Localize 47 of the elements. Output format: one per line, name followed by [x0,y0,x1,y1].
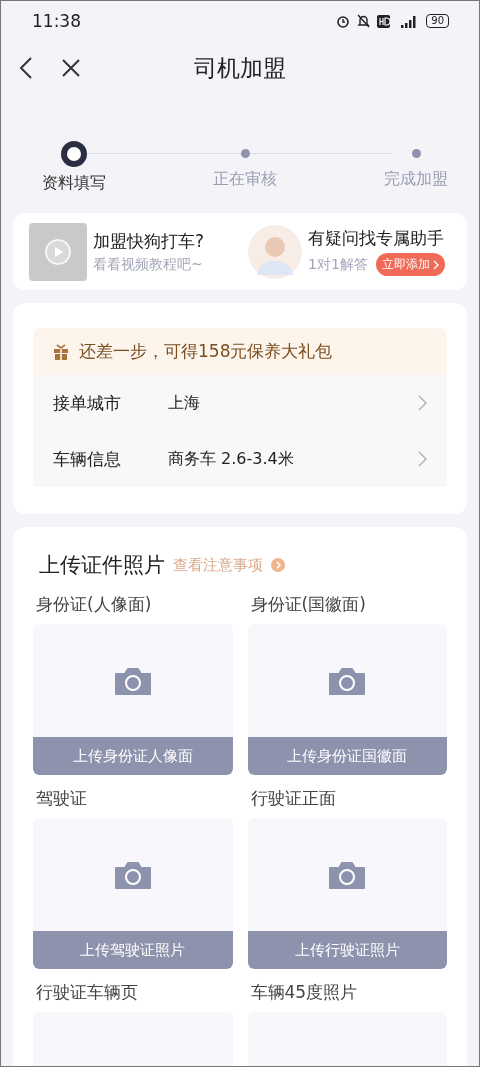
bonus-text: 还差一步，可得158元保养大礼包 [79,340,333,363]
video-thumbnail[interactable] [29,222,87,281]
promo-subtitle: 看看视频教程吧~ [93,255,203,274]
mute-bell-icon [357,14,371,28]
upload-area[interactable]: 上传驾驶证照片 [33,818,233,969]
page-title: 司机加盟 [194,53,286,83]
camera-icon [328,665,367,696]
document-label: 车辆45度照片 [249,981,359,1004]
promo-title: 有疑问找专属助手 [308,227,445,250]
document-label: 行驶证正面 [249,787,337,810]
hd-icon [377,14,391,28]
upload-button[interactable]: 上传身份证国徽面 [247,737,447,775]
close-icon[interactable] [61,58,81,78]
battery-indicator: 90 [426,14,449,28]
step-label: 正在审核 [213,169,277,190]
add-button[interactable]: 立即添加 [375,253,445,276]
avatar-icon [248,224,302,279]
chevron-right-icon [418,451,427,467]
section-title: 上传证件照片 [39,552,165,579]
upload-area[interactable]: 上传行驶证照片 [247,818,447,969]
info-row[interactable]: 车辆信息 商务车 2.6-3.4米 [33,431,447,487]
upload-button[interactable]: 上传行驶证照片 [247,931,447,969]
promo-title: 加盟快狗打车? [93,229,205,253]
gift-icon [53,343,69,360]
status-time: 11:38 [32,11,81,31]
upload-button[interactable]: 上传驾驶证照片 [33,931,233,969]
document-label: 驾驶证 [35,787,88,810]
document-label: 身份证(国徽面) [249,593,367,616]
notes-link[interactable]: 查看注意事项 [173,555,263,575]
camera-icon [328,859,367,890]
camera-icon [113,859,152,890]
step-label: 完成加盟 [384,169,448,190]
upload-area[interactable]: 上传身份证国徽面 [247,624,447,775]
step-label: 资料填写 [42,173,106,194]
upload-button[interactable]: 上传身份证人像面 [33,737,233,775]
upload-area[interactable]: 上传身份证人像面 [33,624,233,775]
play-icon [45,238,71,265]
info-row[interactable]: 接单城市 上海 [33,375,447,431]
camera-icon [113,665,152,696]
promo-subtitle: 1对1解答 [308,255,368,274]
back-icon[interactable] [19,56,33,80]
chevron-circle-icon[interactable] [271,558,285,572]
chevron-right-icon [432,259,439,270]
alarm-icon [336,14,351,28]
document-label: 行驶证车辆页 [35,981,139,1004]
chevron-right-icon [418,395,427,411]
document-label: 身份证(人像面) [35,593,153,616]
